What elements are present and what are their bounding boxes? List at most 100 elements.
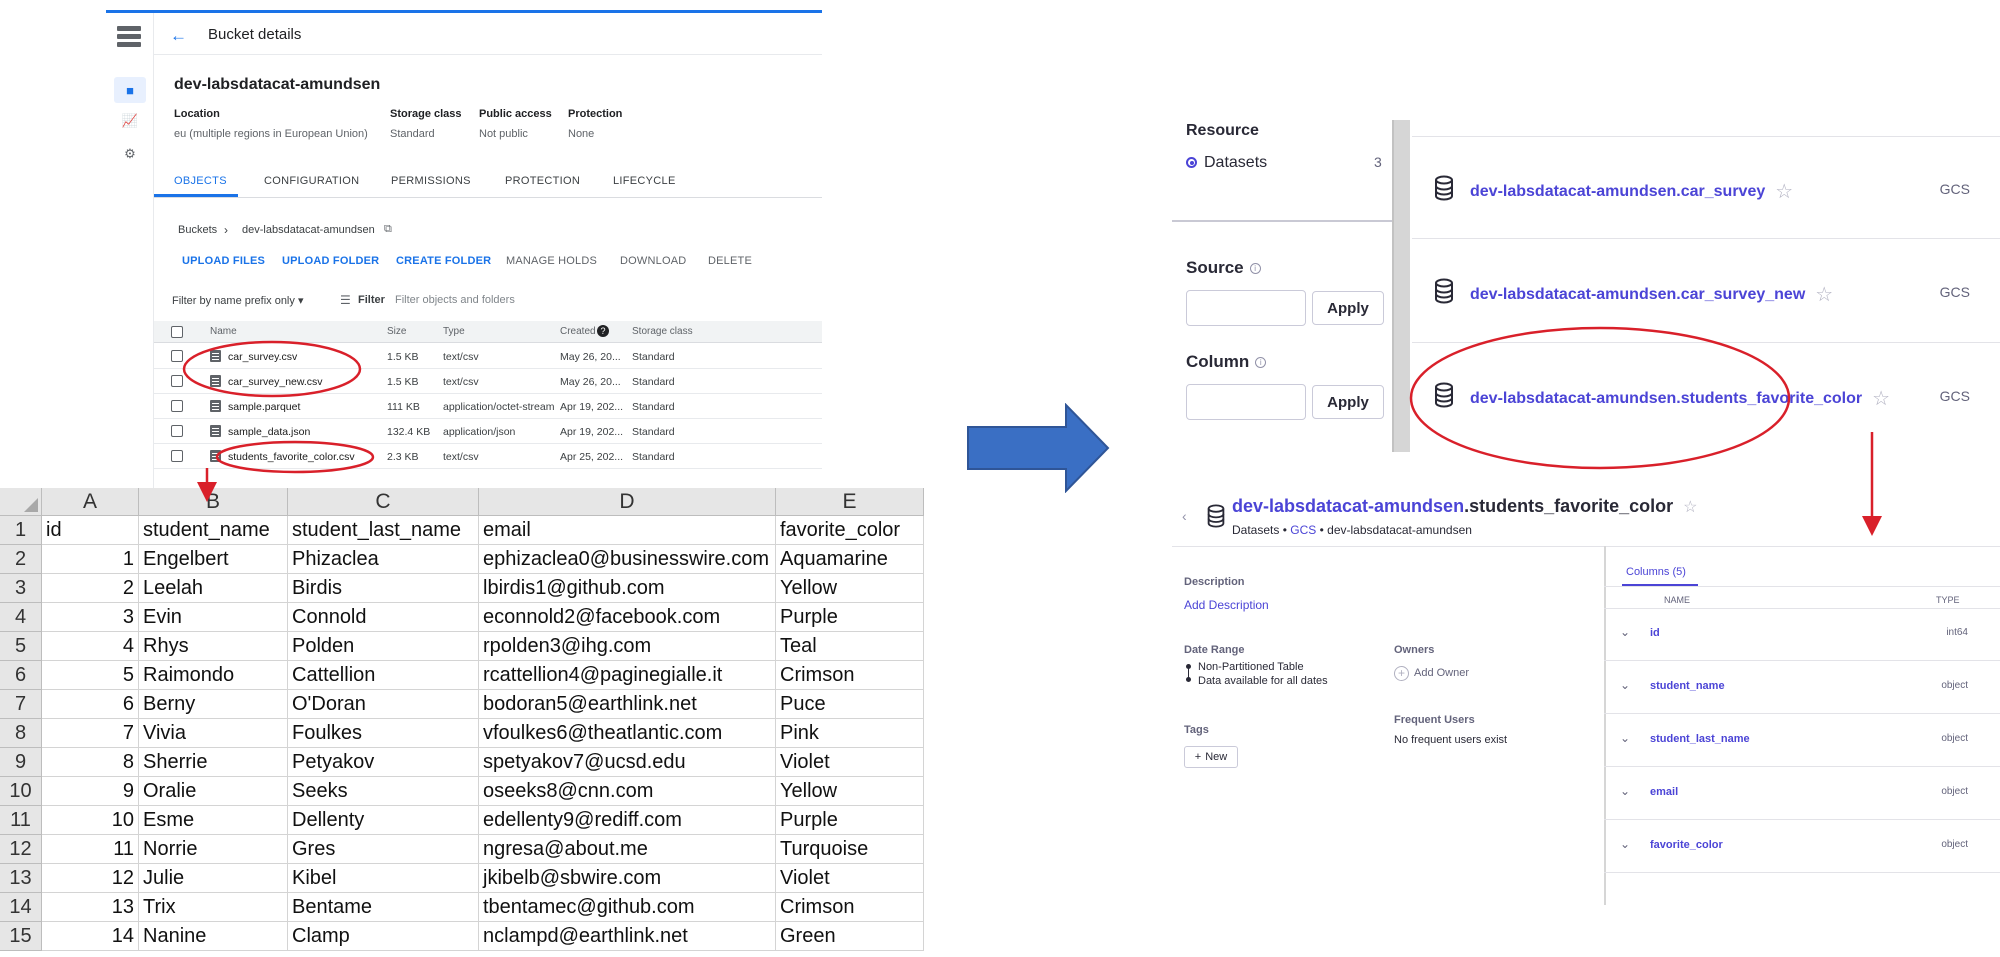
sheet-cell[interactable]: Purple: [776, 806, 924, 835]
result-name[interactable]: dev-labsdatacat-amundsen.car_survey ☆: [1470, 179, 1793, 204]
sheet-cell[interactable]: Violet: [776, 748, 924, 777]
column-apply-button[interactable]: Apply: [1312, 385, 1384, 419]
tab-permissions[interactable]: PERMISSIONS: [391, 175, 471, 187]
sheet-cell[interactable]: rpolden3@ihg.com: [479, 632, 776, 661]
table-row[interactable]: sample.parquet 111 KB application/octet-…: [154, 394, 822, 419]
sheet-cell[interactable]: Teal: [776, 632, 924, 661]
row-header[interactable]: 13: [0, 864, 42, 893]
sheet-cell[interactable]: student_last_name: [288, 516, 479, 545]
add-owner-link[interactable]: Add Owner: [1414, 667, 1469, 679]
upload-folder-button[interactable]: UPLOAD FOLDER: [282, 255, 379, 267]
create-folder-button[interactable]: CREATE FOLDER: [396, 255, 491, 267]
sheet-cell[interactable]: tbentamec@github.com: [479, 893, 776, 922]
sheet-cell[interactable]: Foulkes: [288, 719, 479, 748]
sheet-cell[interactable]: bodoran5@earthlink.net: [479, 690, 776, 719]
sheet-cell[interactable]: jkibelb@sbwire.com: [479, 864, 776, 893]
select-all-checkbox[interactable]: [171, 326, 183, 338]
search-result-item[interactable]: dev-labsdatacat-amundsen.car_survey_new ☆…: [1412, 240, 2000, 343]
col-header-size[interactable]: Size: [387, 326, 406, 337]
sheet-cell[interactable]: rcattellion4@paginegialle.it: [479, 661, 776, 690]
sheet-cell[interactable]: 1: [42, 545, 139, 574]
sheet-cell[interactable]: 6: [42, 690, 139, 719]
column-header[interactable]: B: [139, 488, 288, 516]
tab-lifecycle[interactable]: LIFECYCLE: [613, 175, 676, 187]
column-row[interactable]: ⌄ student_name object: [1604, 662, 2000, 714]
sheet-cell[interactable]: Yellow: [776, 574, 924, 603]
row-checkbox[interactable]: [171, 350, 183, 362]
row-header[interactable]: 11: [0, 806, 42, 835]
bookmark-star-icon[interactable]: ☆: [1815, 284, 1833, 306]
sheet-cell[interactable]: Green: [776, 922, 924, 951]
table-row[interactable]: sample_data.json 132.4 KB application/js…: [154, 419, 822, 444]
row-header[interactable]: 7: [0, 690, 42, 719]
delete-button[interactable]: DELETE: [708, 255, 752, 267]
download-button[interactable]: DOWNLOAD: [620, 255, 686, 267]
help-icon[interactable]: ?: [597, 325, 609, 337]
sheet-cell[interactable]: Trix: [139, 893, 288, 922]
table-row[interactable]: students_favorite_color.csv 2.3 KB text/…: [154, 444, 822, 469]
add-owner-icon[interactable]: +: [1394, 666, 1409, 681]
file-name[interactable]: students_favorite_color.csv: [228, 451, 355, 463]
sheet-cell[interactable]: 5: [42, 661, 139, 690]
sheet-cell[interactable]: 10: [42, 806, 139, 835]
sheet-cell[interactable]: lbirdis1@github.com: [479, 574, 776, 603]
expand-chevron-icon[interactable]: ⌄: [1620, 731, 1630, 745]
sheet-cell[interactable]: 3: [42, 603, 139, 632]
row-checkbox[interactable]: [171, 375, 183, 387]
filter-input[interactable]: Filter objects and folders: [395, 294, 515, 306]
sheet-cell[interactable]: Yellow: [776, 777, 924, 806]
row-checkbox[interactable]: [171, 400, 183, 412]
table-row[interactable]: car_survey_new.csv 1.5 KB text/csv May 2…: [154, 369, 822, 394]
sheet-cell[interactable]: Birdis: [288, 574, 479, 603]
sheet-cell[interactable]: Clamp: [288, 922, 479, 951]
sheet-cell[interactable]: Connold: [288, 603, 479, 632]
row-header[interactable]: 8: [0, 719, 42, 748]
tab-columns[interactable]: Columns (5): [1626, 566, 1686, 578]
col-header-storage-class[interactable]: Storage class: [632, 326, 693, 337]
file-name[interactable]: sample.parquet: [228, 401, 300, 413]
sheet-cell[interactable]: Nanine: [139, 922, 288, 951]
row-header[interactable]: 2: [0, 545, 42, 574]
source-apply-button[interactable]: Apply: [1312, 291, 1384, 325]
sheet-cell[interactable]: email: [479, 516, 776, 545]
sheet-cell[interactable]: O'Doran: [288, 690, 479, 719]
sheet-cell[interactable]: 7: [42, 719, 139, 748]
row-header[interactable]: 3: [0, 574, 42, 603]
sheet-cell[interactable]: Rhys: [139, 632, 288, 661]
sheet-cell[interactable]: Raimondo: [139, 661, 288, 690]
sheet-cell[interactable]: Pink: [776, 719, 924, 748]
source-filter-input[interactable]: [1186, 290, 1306, 326]
row-header[interactable]: 6: [0, 661, 42, 690]
sheet-cell[interactable]: id: [42, 516, 139, 545]
sheet-cell[interactable]: Kibel: [288, 864, 479, 893]
sheet-cell[interactable]: Purple: [776, 603, 924, 632]
row-header[interactable]: 4: [0, 603, 42, 632]
sheet-cell[interactable]: Phizaclea: [288, 545, 479, 574]
column-header[interactable]: D: [479, 488, 776, 516]
datasets-option-label[interactable]: Datasets: [1204, 154, 1267, 172]
datasets-radio[interactable]: [1186, 157, 1197, 168]
sheet-cell[interactable]: edellenty9@rediff.com: [479, 806, 776, 835]
upload-files-button[interactable]: UPLOAD FILES: [182, 255, 265, 267]
sheet-cell[interactable]: Gres: [288, 835, 479, 864]
column-header[interactable]: C: [288, 488, 479, 516]
file-name[interactable]: car_survey.csv: [228, 351, 297, 363]
sheet-cell[interactable]: nclampd@earthlink.net: [479, 922, 776, 951]
sheet-cell[interactable]: Dellenty: [288, 806, 479, 835]
search-result-item[interactable]: dev-labsdatacat-amundsen.students_favori…: [1412, 344, 2000, 447]
breadcrumb-source[interactable]: GCS: [1290, 523, 1316, 537]
sheet-cell[interactable]: 13: [42, 893, 139, 922]
table-row[interactable]: car_survey.csv 1.5 KB text/csv May 26, 2…: [154, 344, 822, 369]
sheet-cell[interactable]: oseeks8@cnn.com: [479, 777, 776, 806]
col-header-name[interactable]: Name: [210, 326, 237, 337]
bookmark-star-icon[interactable]: ☆: [1683, 499, 1697, 516]
sheet-cell[interactable]: Seeks: [288, 777, 479, 806]
filter-label[interactable]: Filter: [358, 294, 385, 306]
row-header[interactable]: 15: [0, 922, 42, 951]
sheet-cell[interactable]: 14: [42, 922, 139, 951]
expand-chevron-icon[interactable]: ⌄: [1620, 625, 1630, 639]
column-header[interactable]: E: [776, 488, 924, 516]
sheet-cell[interactable]: Petyakov: [288, 748, 479, 777]
sheet-cell[interactable]: 8: [42, 748, 139, 777]
file-name[interactable]: car_survey_new.csv: [228, 376, 323, 388]
